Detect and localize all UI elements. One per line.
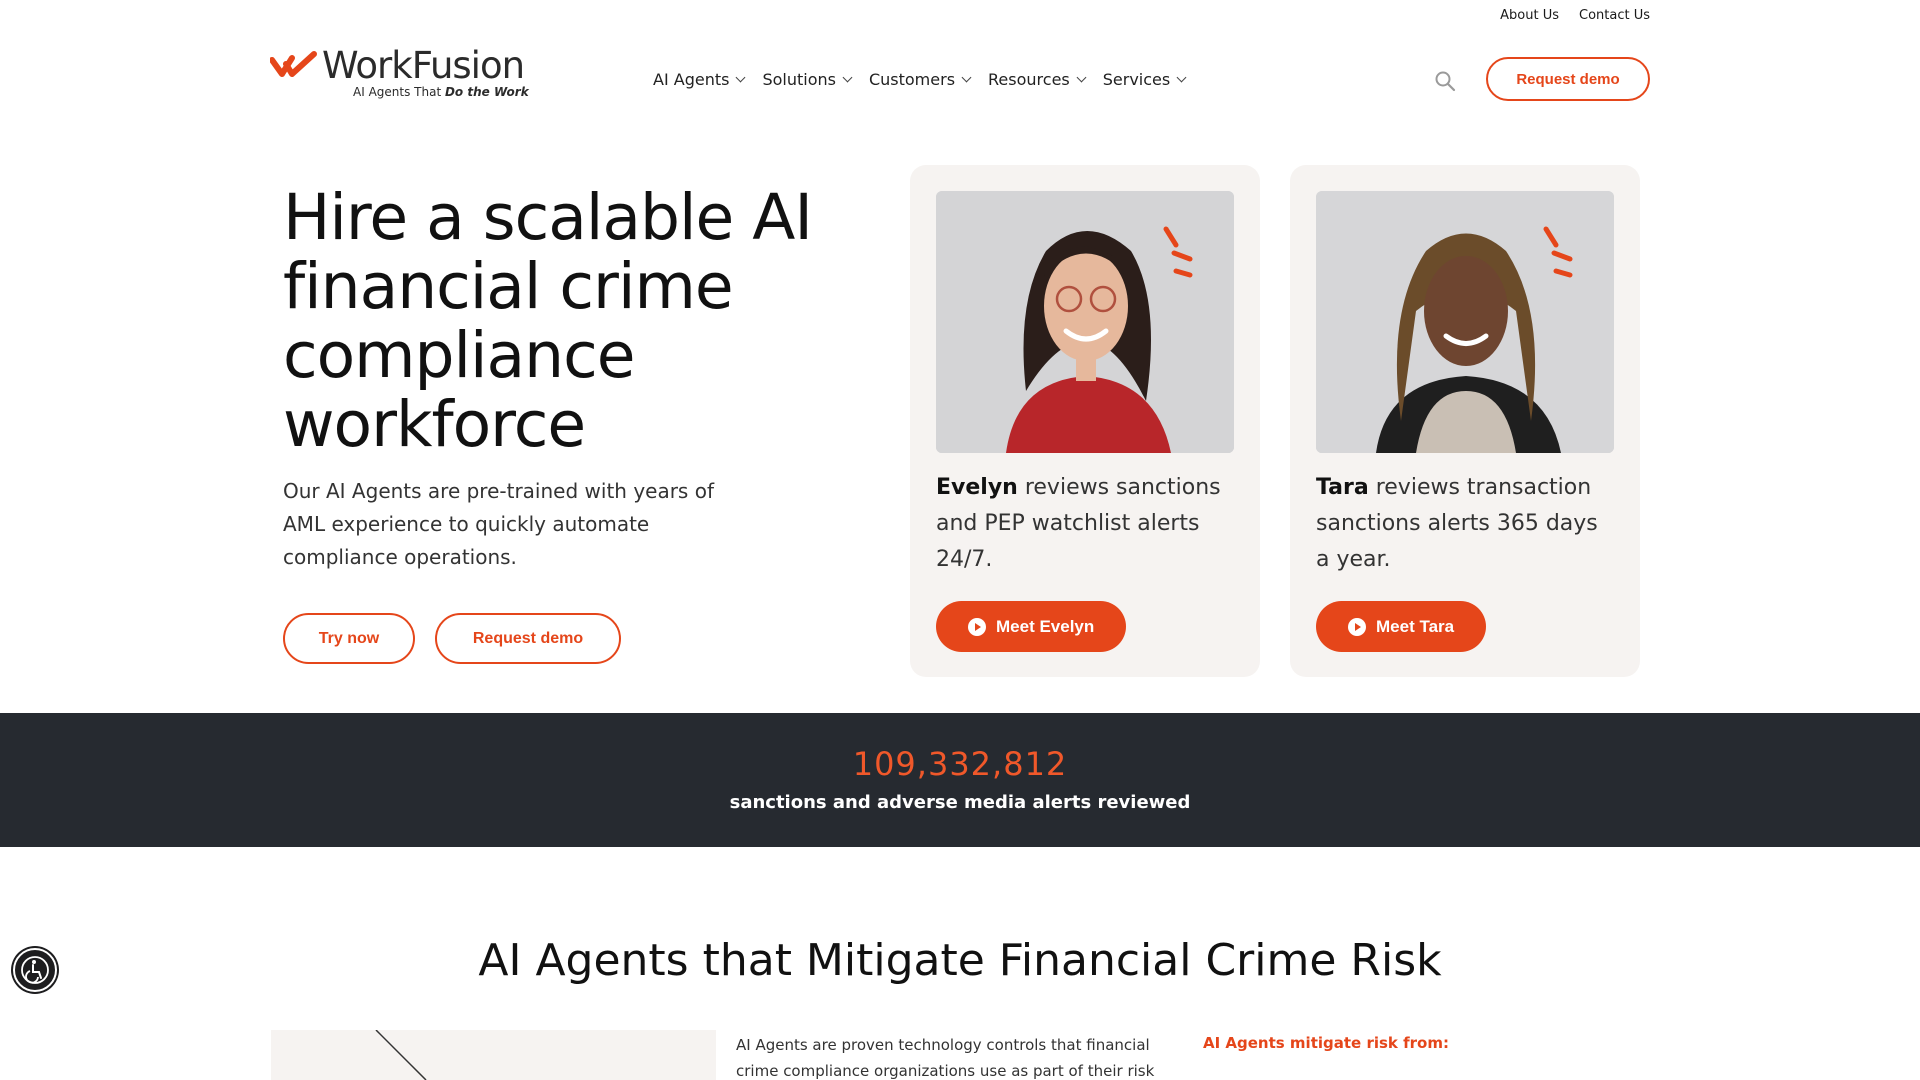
evelyn-photo [936,191,1234,453]
evelyn-description: Evelyn reviews sanctions and PEP watchli… [936,470,1236,578]
evelyn-name: Evelyn [936,475,1018,500]
hero-request-demo-button[interactable]: Request demo [435,613,621,664]
nav-label: Services [1102,70,1171,89]
nav-ai-agents[interactable]: AI Agents [653,70,746,89]
hero-subtitle: Our AI Agents are pre-trained with years… [283,479,714,569]
nav-label: Resources [988,70,1070,89]
workfusion-logo[interactable]: WorkFusion AI Agents That Do the Work [268,44,529,104]
section-line-graphic [375,1030,427,1080]
chevron-down-icon [961,72,972,83]
chevron-down-icon [1176,72,1187,83]
nav-services[interactable]: Services [1102,70,1187,89]
header-request-demo-button[interactable]: Request demo [1486,57,1650,101]
meet-evelyn-button[interactable]: Meet Evelyn [936,601,1127,652]
hero-title: Hire a scalable AI financial crime compl… [283,181,813,461]
nav-resources[interactable]: Resources [988,70,1087,89]
meet-tara-label: Meet Tara [1376,616,1455,636]
utility-nav: About Us Contact Us [1500,8,1650,23]
contact-us-link[interactable]: Contact Us [1579,8,1650,23]
evelyn-portrait-image [936,191,1234,453]
search-icon[interactable] [1434,70,1456,92]
logo-check-icon [270,51,317,77]
nav-customers[interactable]: Customers [868,70,972,89]
nav-label: AI Agents [653,70,730,89]
tara-photo [1316,191,1614,453]
hero-buttons: Try now Request demo [283,613,621,664]
chevron-down-icon [842,72,853,83]
nav-solutions[interactable]: Solutions [762,70,853,89]
section-title: AI Agents that Mitigate Financial Crime … [478,935,1442,986]
meet-evelyn-label: Meet Evelyn [996,616,1095,636]
tara-portrait-image [1316,191,1614,453]
chevron-down-icon [736,72,746,83]
site-header: WorkFusion AI Agents That Do the Work AI… [268,44,1650,114]
nav-label: Customers [868,70,956,89]
tara-name: Tara [1316,475,1369,500]
section-illustration [271,1030,716,1080]
risk-heading: AI Agents mitigate risk from: [1203,1034,1449,1052]
alerts-reviewed-label: sanctions and adverse media alerts revie… [729,792,1191,813]
section-body-text: AI Agents are proven technology controls… [736,1036,1155,1080]
alerts-reviewed-count: 109,332,812 [852,745,1068,783]
about-us-link[interactable]: About Us [1500,8,1559,23]
tara-description: Tara reviews transaction sanctions alert… [1316,470,1616,578]
logo-tagline: AI Agents That Do the Work [353,85,529,99]
play-icon [968,617,986,636]
stats-band: 109,332,812 sanctions and adverse media … [0,713,1920,847]
logo-wordmark: WorkFusion [322,44,525,87]
agent-card-evelyn: Evelyn reviews sanctions and PEP watchli… [910,165,1260,677]
nav-label: Solutions [762,70,836,89]
agent-card-tara: Tara reviews transaction sanctions alert… [1290,165,1640,677]
logo-tagline-emphasis: Do the Work [444,85,529,99]
try-now-button[interactable]: Try now [283,613,415,664]
accessibility-button[interactable] [13,948,57,992]
logo-tagline-prefix: AI Agents That [353,85,445,99]
accessibility-icon [21,956,49,984]
play-icon [1348,617,1366,636]
meet-tara-button[interactable]: Meet Tara [1316,601,1487,652]
main-nav: AI Agents Solutions Customers Resources … [653,70,1187,89]
chevron-down-icon [1076,72,1087,83]
